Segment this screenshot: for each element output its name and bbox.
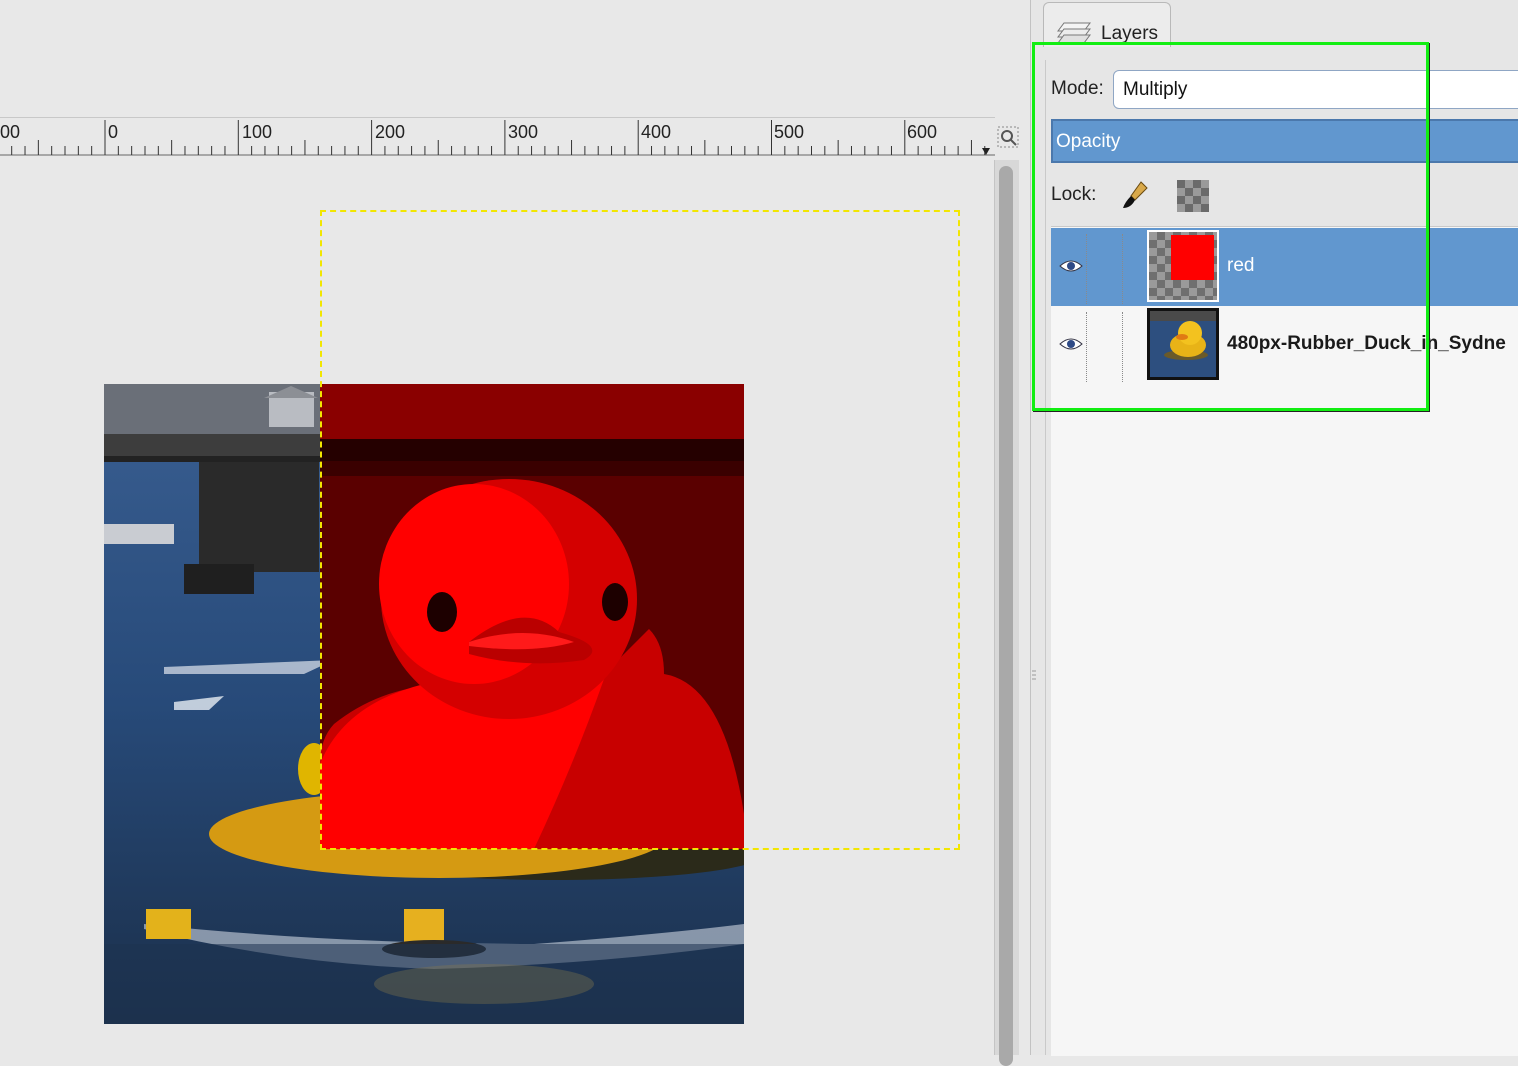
- separator: [1086, 312, 1087, 382]
- layer-row-duck[interactable]: 480px-Rubber_Duck_in_Sydne: [1051, 306, 1518, 384]
- mode-select[interactable]: Multiply: [1113, 70, 1518, 109]
- layer-thumbnail[interactable]: [1147, 230, 1219, 302]
- layer-name[interactable]: red: [1227, 255, 1254, 277]
- ruler-label: 0: [108, 122, 119, 142]
- ruler-label: 00: [0, 122, 21, 142]
- thumbnail-fill: [1171, 235, 1214, 280]
- mode-value: Multiply: [1123, 79, 1188, 100]
- opacity-slider[interactable]: Opacity: [1051, 119, 1518, 163]
- layers-dock: Layers Mode: Multiply Opacity Lock: red: [1030, 0, 1518, 1056]
- tab-layers[interactable]: Layers: [1043, 2, 1171, 47]
- eye-icon[interactable]: [1059, 258, 1083, 274]
- navigate-icon[interactable]: [997, 126, 1019, 148]
- ruler-label: 200: [375, 122, 406, 142]
- opacity-label: Opacity: [1056, 131, 1121, 152]
- checker-icon[interactable]: [1177, 180, 1209, 212]
- separator: [1086, 234, 1087, 304]
- ruler-label: 100: [242, 122, 273, 142]
- vertical-scrollbar[interactable]: [994, 160, 1019, 1066]
- layer-thumbnail[interactable]: [1147, 308, 1219, 380]
- layers-list[interactable]: red 480px-Rubber_Duck_in_Sydne: [1051, 226, 1518, 1056]
- ruler-label: 600: [907, 122, 938, 142]
- chain-icon[interactable]: [1122, 312, 1123, 382]
- scrollbar-thumb[interactable]: [999, 166, 1013, 1066]
- lock-label: Lock:: [1051, 184, 1097, 205]
- eye-icon[interactable]: [1059, 336, 1083, 352]
- ruler-label: 400: [641, 122, 672, 142]
- ruler-ticks: [0, 120, 995, 156]
- duck-image: [104, 384, 744, 1024]
- tab-label: Layers: [1101, 23, 1159, 44]
- layer-name[interactable]: 480px-Rubber_Duck_in_Sydne: [1227, 333, 1506, 355]
- horizontal-ruler[interactable]: 00 0 100 200 300 400 500 600: [0, 117, 995, 156]
- chain-icon[interactable]: [1122, 234, 1123, 304]
- panel-grip[interactable]: [1030, 668, 1038, 684]
- panel-divider: [1045, 60, 1046, 1055]
- ruler-label: 300: [508, 122, 539, 142]
- layer-row-red[interactable]: red: [1051, 228, 1518, 306]
- canvas-area[interactable]: 00 0 100 200 300 400 500 600: [0, 0, 1030, 1066]
- layers-tab-icon: [1057, 22, 1091, 44]
- pointer-marker: [982, 148, 990, 155]
- mode-label: Mode:: [1051, 78, 1104, 99]
- brush-icon[interactable]: [1119, 178, 1153, 212]
- ruler-label: 500: [774, 122, 805, 142]
